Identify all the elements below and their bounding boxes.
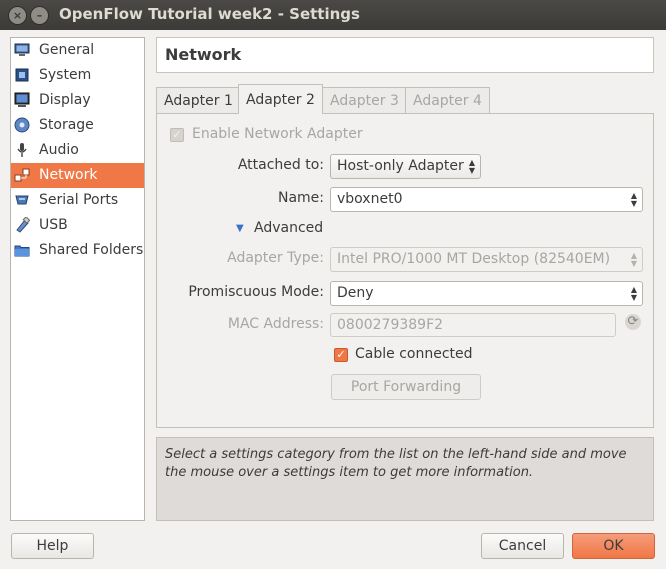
settings-category-list[interactable]: General System Display Storage Audio Net… (10, 37, 145, 521)
cable-connected-checkbox[interactable]: ✓ (334, 348, 348, 362)
tab-label: Adapter 4 (413, 93, 482, 109)
chip-icon (15, 68, 29, 82)
advanced-toggle[interactable]: Advanced (254, 220, 323, 236)
tab-adapter-1[interactable]: Adapter 1 (156, 87, 241, 113)
adapter-type-select[interactable]: Intel PRO/1000 MT Desktop (82540EM) ▲ ▼ (330, 247, 643, 272)
checkmark-icon: ✓ (172, 128, 182, 141)
name-select[interactable]: vboxnet0 ▲ ▼ (330, 187, 643, 212)
sidebar-item-shared-folders[interactable]: Shared Folders (11, 238, 144, 263)
display-icon (14, 92, 30, 107)
usb-icon (16, 217, 30, 233)
window-title: OpenFlow Tutorial week2 - Settings (59, 5, 360, 23)
updown-arrow-icon: ▲ ▼ (630, 251, 637, 268)
sidebar-item-label: General (39, 42, 95, 58)
sidebar-item-label: USB (39, 217, 68, 233)
tab-label: Adapter 3 (330, 93, 399, 109)
mac-address-input[interactable]: 0800279389F2 (330, 313, 616, 337)
sidebar-item-system[interactable]: System (11, 63, 144, 88)
enable-adapter-checkbox[interactable]: ✓ (170, 128, 184, 142)
network-icon (14, 168, 30, 182)
sidebar-item-label: Audio (39, 142, 79, 158)
tab-adapter-2[interactable]: Adapter 2 (238, 84, 323, 114)
disk-icon (14, 117, 30, 133)
refresh-mac-icon[interactable]: ⟳ (625, 314, 641, 330)
attached-to-label: Attached to: (237, 157, 324, 173)
promiscuous-mode-select[interactable]: Deny ▲ ▼ (330, 281, 643, 306)
promiscuous-mode-value: Deny (337, 285, 374, 301)
tab-label: Adapter 2 (246, 92, 315, 108)
tab-adapter-3[interactable]: Adapter 3 (322, 87, 407, 113)
page-title: Network (156, 37, 654, 73)
serial-port-icon (15, 195, 29, 205)
sidebar-item-storage[interactable]: Storage (11, 113, 144, 138)
sidebar-item-general[interactable]: General (11, 38, 144, 63)
updown-arrow-icon: ▲ ▼ (468, 158, 475, 175)
updown-arrow-icon: ▲ ▼ (630, 285, 637, 302)
sidebar-item-usb[interactable]: USB (11, 213, 144, 238)
sidebar-item-label: Network (39, 167, 98, 183)
title-bar: × – OpenFlow Tutorial week2 - Settings (0, 0, 666, 30)
adapter-type-label: Adapter Type: (227, 250, 324, 266)
name-value: vboxnet0 (337, 191, 403, 207)
checkmark-icon: ✓ (336, 348, 346, 361)
close-window-button[interactable]: × (8, 6, 27, 25)
port-forwarding-button[interactable]: Port Forwarding (331, 374, 481, 400)
ok-button[interactable]: OK (572, 533, 655, 559)
cancel-button[interactable]: Cancel (481, 533, 564, 559)
sidebar-item-label: Shared Folders (39, 242, 144, 258)
sidebar-item-audio[interactable]: Audio (11, 138, 144, 163)
sidebar-item-label: Display (39, 92, 91, 108)
enable-adapter-label: Enable Network Adapter (192, 126, 363, 142)
minimize-icon: – (36, 9, 43, 22)
attached-to-select[interactable]: Host-only Adapter ▲ ▼ (330, 154, 481, 179)
sidebar-item-label: Storage (39, 117, 94, 133)
help-button[interactable]: Help (11, 533, 94, 559)
tab-label: Adapter 1 (164, 93, 233, 109)
cable-connected-label: Cable connected (355, 346, 473, 362)
close-icon: × (12, 9, 23, 22)
tab-adapter-4[interactable]: Adapter 4 (405, 87, 490, 113)
expand-triangle-icon[interactable]: ▼ (236, 223, 244, 234)
sidebar-item-serial-ports[interactable]: Serial Ports (11, 188, 144, 213)
sidebar-item-network[interactable]: Network (11, 163, 144, 188)
microphone-icon (17, 143, 27, 157)
updown-arrow-icon: ▲ ▼ (630, 191, 637, 208)
adapter-type-value: Intel PRO/1000 MT Desktop (82540EM) (337, 251, 611, 267)
attached-to-value: Host-only Adapter (337, 158, 464, 174)
minimize-window-button[interactable]: – (30, 6, 49, 25)
mac-address-label: MAC Address: (227, 316, 324, 332)
promiscuous-mode-label: Promiscuous Mode: (188, 284, 324, 300)
monitor-icon (14, 43, 30, 56)
name-label: Name: (277, 190, 324, 206)
sidebar-item-label: System (39, 67, 92, 83)
folder-icon (14, 245, 30, 257)
sidebar-item-label: Serial Ports (39, 192, 119, 208)
info-panel: Select a settings category from the list… (156, 437, 654, 521)
sidebar-item-display[interactable]: Display (11, 88, 144, 113)
